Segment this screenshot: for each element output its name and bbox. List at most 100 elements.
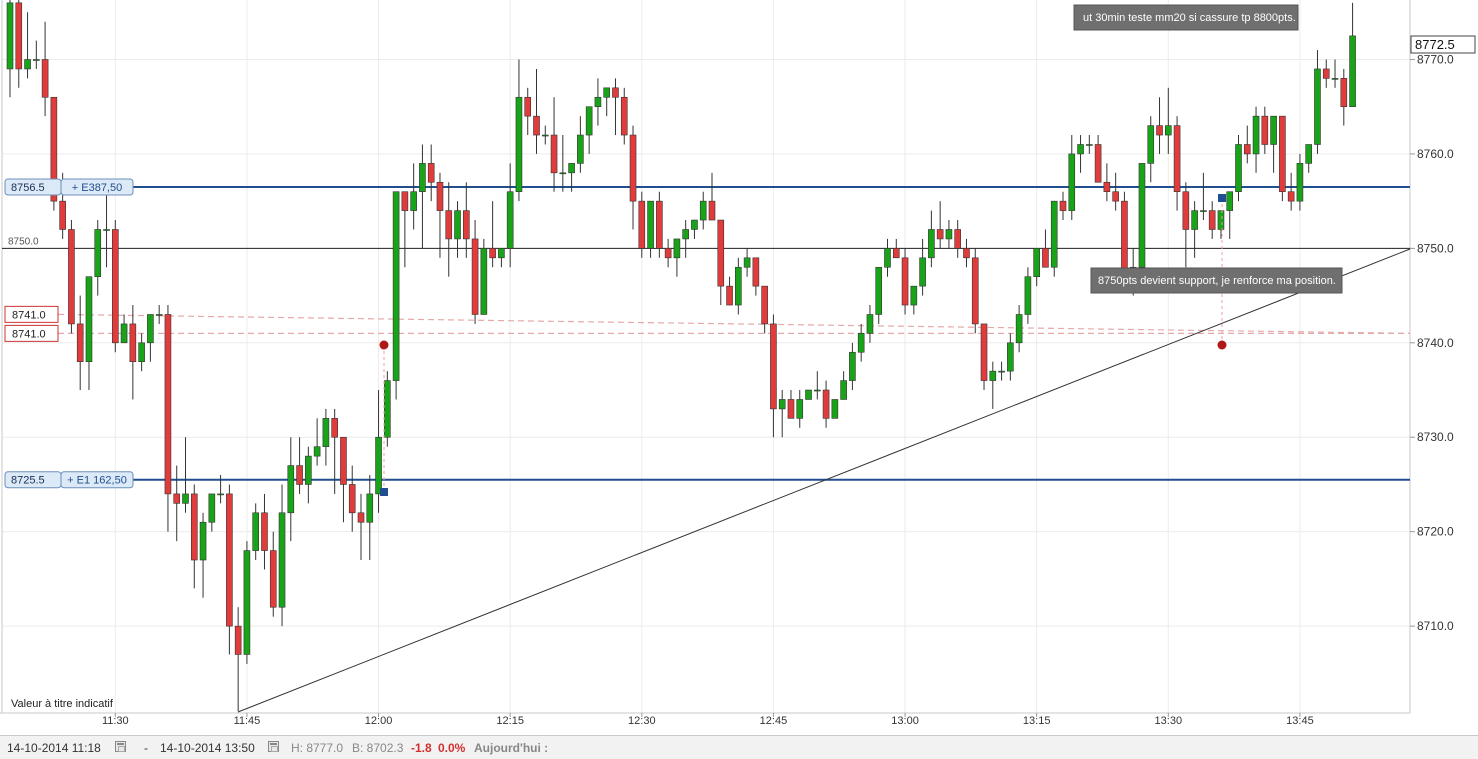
candle-body[interactable] xyxy=(998,370,1005,373)
stop-marker[interactable] xyxy=(379,340,389,350)
candle-body[interactable] xyxy=(515,96,523,193)
candle-body[interactable] xyxy=(971,257,979,325)
candle-body[interactable] xyxy=(1279,115,1286,193)
candle-body[interactable] xyxy=(498,248,505,259)
candle-body[interactable] xyxy=(313,446,321,457)
candle-body[interactable] xyxy=(928,229,935,259)
candle-body[interactable] xyxy=(1147,125,1155,164)
candle-body[interactable] xyxy=(199,521,207,561)
candle-body[interactable] xyxy=(568,163,575,174)
candle-body[interactable] xyxy=(384,380,391,438)
candle-body[interactable] xyxy=(1270,115,1277,145)
candle-body[interactable] xyxy=(155,314,163,316)
candle-body[interactable] xyxy=(822,389,830,419)
candle-body[interactable] xyxy=(94,229,102,278)
candle-body[interactable] xyxy=(76,323,84,362)
stop-marker[interactable] xyxy=(1217,340,1227,350)
candle-body[interactable] xyxy=(989,370,997,381)
candle-body[interactable] xyxy=(901,257,909,306)
candle-body[interactable] xyxy=(936,229,944,240)
candle-body[interactable] xyxy=(664,248,672,259)
candle-body[interactable] xyxy=(866,314,874,334)
calendar-icon[interactable] xyxy=(268,741,279,752)
candle-body[interactable] xyxy=(1156,125,1163,136)
candle-body[interactable] xyxy=(1349,35,1356,108)
candle-body[interactable] xyxy=(252,512,259,551)
candle-body[interactable] xyxy=(278,512,286,608)
calendar-icon[interactable] xyxy=(115,741,126,752)
candle-body[interactable] xyxy=(533,115,540,136)
candle-body[interactable] xyxy=(1322,68,1330,79)
end-date[interactable]: 14-10-2014 13:50 xyxy=(160,741,255,755)
candle-body[interactable] xyxy=(813,389,821,392)
candle-body[interactable] xyxy=(1015,314,1023,344)
candle-body[interactable] xyxy=(577,134,584,164)
candle-body[interactable] xyxy=(559,172,567,175)
candle-body[interactable] xyxy=(796,399,804,419)
candle-body[interactable] xyxy=(1191,210,1198,230)
candle-body[interactable] xyxy=(524,96,532,117)
candle-body[interactable] xyxy=(1314,68,1321,145)
entry-marker[interactable] xyxy=(1218,194,1226,202)
candle-body[interactable] xyxy=(1252,115,1260,155)
candle-body[interactable] xyxy=(1138,163,1146,268)
candle-body[interactable] xyxy=(1296,163,1304,202)
candle-body[interactable] xyxy=(849,351,856,381)
candle-body[interactable] xyxy=(419,163,426,193)
candle-body[interactable] xyxy=(287,465,295,514)
candle-body[interactable] xyxy=(945,229,953,240)
candle-body[interactable] xyxy=(875,266,883,315)
candle-body[interactable] xyxy=(375,436,382,495)
candle-body[interactable] xyxy=(541,134,549,137)
candle-body[interactable] xyxy=(892,248,900,259)
candle-body[interactable] xyxy=(787,399,795,419)
candle-body[interactable] xyxy=(1331,78,1339,80)
candle-body[interactable] xyxy=(15,2,23,70)
candle-body[interactable] xyxy=(884,248,891,268)
candle-body[interactable] xyxy=(357,512,365,523)
candle-body[interactable] xyxy=(112,229,119,344)
candle-body[interactable] xyxy=(726,285,733,306)
candle-body[interactable] xyxy=(805,389,812,400)
candle-body[interactable] xyxy=(1261,115,1269,145)
candle-body[interactable] xyxy=(708,200,716,221)
candle-body[interactable] xyxy=(120,323,128,344)
candle-body[interactable] xyxy=(471,238,479,315)
candle-body[interactable] xyxy=(208,493,216,523)
candle-body[interactable] xyxy=(427,163,435,183)
candle-body[interactable] xyxy=(1165,125,1172,136)
candle-body[interactable] xyxy=(182,493,189,504)
candle-body[interactable] xyxy=(392,191,400,381)
candle-body[interactable] xyxy=(6,2,14,70)
price-chart[interactable]: 8756.5 + E387,50 8725.5 + E1 162,50 8750.0 87… xyxy=(0,0,1478,759)
candle-body[interactable] xyxy=(33,59,40,61)
candle-body[interactable] xyxy=(735,266,742,306)
candle-body[interactable] xyxy=(1050,200,1058,268)
candle-body[interactable] xyxy=(1226,191,1234,211)
candle-body[interactable] xyxy=(1059,200,1067,211)
candle-body[interactable] xyxy=(1173,125,1181,193)
candle-body[interactable] xyxy=(190,493,198,561)
annotation-box[interactable]: 8750pts devient support, je renforce ma … xyxy=(1090,267,1343,294)
candle-body[interactable] xyxy=(1103,181,1111,193)
candle-body[interactable] xyxy=(752,257,760,287)
candle-body[interactable] xyxy=(1208,210,1216,230)
candle-body[interactable] xyxy=(743,257,751,268)
candle-body[interactable] xyxy=(41,59,49,98)
candle-body[interactable] xyxy=(340,436,347,485)
candle-body[interactable] xyxy=(954,229,962,249)
candle-body[interactable] xyxy=(1305,144,1312,164)
candle-body[interactable] xyxy=(226,493,233,627)
candle-body[interactable] xyxy=(656,200,663,249)
candle-body[interactable] xyxy=(1042,248,1049,268)
candle-body[interactable] xyxy=(699,200,707,221)
candle-body[interactable] xyxy=(761,285,768,325)
candle-body[interactable] xyxy=(103,229,110,231)
candle-body[interactable] xyxy=(638,200,646,249)
candle-body[interactable] xyxy=(1068,153,1076,211)
candle-body[interactable] xyxy=(691,219,698,230)
candle-body[interactable] xyxy=(480,248,488,315)
candle-body[interactable] xyxy=(234,625,242,655)
candle-body[interactable] xyxy=(1086,144,1093,146)
candle-body[interactable] xyxy=(620,96,628,136)
